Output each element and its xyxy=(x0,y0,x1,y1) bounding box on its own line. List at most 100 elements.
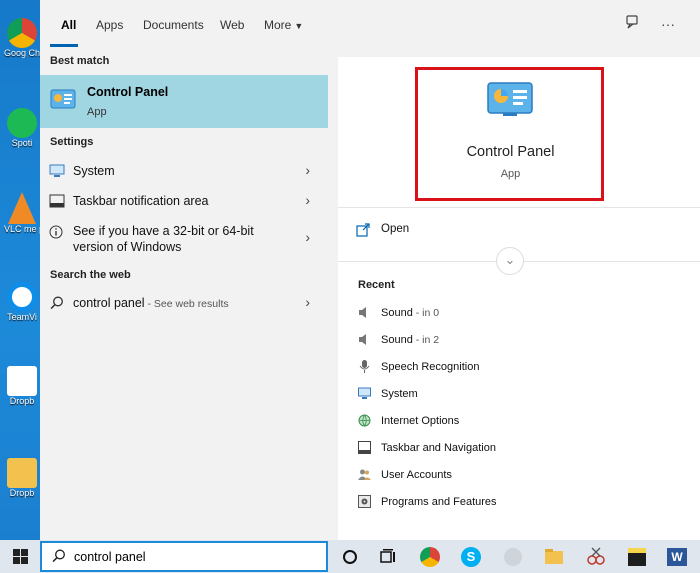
chrome-taskbar-icon[interactable] xyxy=(417,544,443,570)
chevron-right-icon: › xyxy=(305,229,310,245)
tab-web[interactable]: Web xyxy=(220,18,244,32)
desktop-icon-dropbox[interactable]: Dropb xyxy=(4,366,40,406)
recent-item-system[interactable]: System xyxy=(358,386,678,404)
recent-item-label: Taskbar and Navigation xyxy=(381,442,496,454)
recent-item-label: Sound xyxy=(381,307,413,319)
sticky-notes-icon[interactable] xyxy=(624,544,650,570)
taskbar-search-box[interactable] xyxy=(40,541,328,572)
start-button[interactable] xyxy=(0,540,40,573)
task-view-icon[interactable] xyxy=(375,544,401,570)
search-icon xyxy=(52,549,65,563)
settings-item-system[interactable]: System › xyxy=(40,158,328,184)
recent-item-programs-and-features[interactable]: Programs and Features xyxy=(358,494,678,512)
recent-item-user-accounts[interactable]: User Accounts xyxy=(358,467,678,485)
microphone-icon xyxy=(359,360,370,373)
skype-taskbar-icon[interactable]: S xyxy=(458,544,484,570)
tab-all[interactable]: All xyxy=(61,18,76,32)
folder-icon xyxy=(7,458,37,488)
best-match-result[interactable]: Control Panel App xyxy=(40,75,328,128)
word-icon[interactable]: W xyxy=(664,544,690,570)
settings-item-label: Taskbar notification area xyxy=(73,194,209,208)
recent-item-speech-recognition[interactable]: Speech Recognition xyxy=(358,359,678,377)
preview-pane: Control Panel App Open ⌄ Recent Sound - … xyxy=(338,57,700,540)
settings-item-label-line2: version of Windows xyxy=(73,240,182,254)
spotify-icon xyxy=(7,108,37,138)
settings-item-label: System xyxy=(73,164,115,178)
search-tabs: All Apps Documents Web More ▼ ··· xyxy=(40,0,700,48)
control-panel-icon xyxy=(487,82,533,116)
monitor-icon xyxy=(358,387,371,399)
tab-apps[interactable]: Apps xyxy=(96,18,123,32)
taskbar-icon xyxy=(49,194,65,208)
preview-app-title: Control Panel xyxy=(466,144,555,160)
desktop-icon-spotify[interactable]: Spoti xyxy=(4,108,40,148)
recent-item-label: Speech Recognition xyxy=(381,361,480,373)
taskbar-icon xyxy=(358,441,371,454)
chevron-down-icon: ⌄ xyxy=(504,252,516,267)
recent-item-label: Internet Options xyxy=(381,415,460,427)
settings-item-label-line1: See if you have a 32-bit or 64-bit xyxy=(73,224,254,238)
app-taskbar-icon[interactable] xyxy=(500,544,526,570)
recent-item-internet-options[interactable]: Internet Options xyxy=(358,413,678,431)
start-search-panel: All Apps Documents Web More ▼ ··· Best ma… xyxy=(40,0,700,540)
vlc-icon xyxy=(8,192,36,224)
desktop-icon-teamviewer[interactable]: TeamVi xyxy=(4,282,40,322)
desktop-icon-label: TeamVi xyxy=(7,312,37,322)
speaker-icon xyxy=(359,307,366,318)
recent-item-sound-2[interactable]: Sound - in 2 xyxy=(358,332,678,350)
best-match-subtitle: App xyxy=(87,106,107,118)
divider xyxy=(338,207,700,208)
feedback-icon[interactable] xyxy=(623,14,643,34)
best-match-title: Control Panel xyxy=(87,85,169,99)
programs-icon xyxy=(358,495,371,508)
chevron-right-icon: › xyxy=(305,192,310,208)
info-icon xyxy=(49,225,63,239)
search-the-web-header: Search the web xyxy=(50,269,131,281)
recent-item-label: User Accounts xyxy=(381,469,452,481)
tab-more[interactable]: More ▼ xyxy=(264,18,303,32)
recent-item-label: Programs and Features xyxy=(381,496,497,508)
cortana-icon[interactable] xyxy=(337,544,363,570)
desktop-icon-label: VLC me playe xyxy=(4,224,40,234)
desktop-icon-label: Dropb xyxy=(9,396,35,406)
open-icon xyxy=(356,223,370,237)
web-search-query: control panel xyxy=(73,296,145,310)
desktop-icon-dropbox-folder[interactable]: Dropb xyxy=(4,458,40,498)
desktop-icon-label: Goog Chron xyxy=(4,48,40,58)
settings-item-taskbar-notification-area[interactable]: Taskbar notification area › xyxy=(40,188,328,214)
expand-chevron-button[interactable]: ⌄ xyxy=(496,247,524,275)
recent-item-hint: - in 2 xyxy=(412,334,440,346)
recent-header: Recent xyxy=(358,279,395,291)
teamviewer-icon xyxy=(7,282,37,312)
recent-item-label: Sound xyxy=(381,334,413,346)
users-icon xyxy=(358,469,371,480)
web-search-text: control panel - See web results xyxy=(73,295,229,312)
recent-item-taskbar-and-navigation[interactable]: Taskbar and Navigation xyxy=(358,440,678,458)
chevron-right-icon: › xyxy=(305,294,310,310)
tab-documents[interactable]: Documents xyxy=(143,18,204,32)
desktop-icon-chrome[interactable]: Goog Chron xyxy=(4,18,40,58)
preview-app-subtitle: App xyxy=(500,168,521,180)
snipping-tool-icon[interactable] xyxy=(583,544,609,570)
globe-icon xyxy=(358,414,371,427)
open-label: Open xyxy=(381,223,410,235)
app-preview-header: Control Panel App xyxy=(338,57,700,207)
control-panel-icon xyxy=(50,89,76,109)
recent-item-sound-0[interactable]: Sound - in 0 xyxy=(358,305,678,323)
web-search-result[interactable]: control panel - See web results › xyxy=(40,290,328,316)
web-search-hint: - See web results xyxy=(144,298,229,310)
more-options-icon[interactable]: ··· xyxy=(658,14,678,34)
desktop-icon-vlc[interactable]: VLC me playe xyxy=(4,192,40,234)
file-explorer-icon[interactable] xyxy=(541,544,567,570)
desktop: Goog Chron Spoti VLC me playe TeamVi Dro… xyxy=(0,0,40,540)
monitor-icon xyxy=(49,164,65,177)
search-input[interactable] xyxy=(74,547,314,567)
desktop-icon-label: Dropb xyxy=(9,488,35,498)
best-match-header: Best match xyxy=(50,55,110,67)
settings-header: Settings xyxy=(50,136,94,148)
settings-item-32-or-64-bit[interactable]: See if you have a 32-bit or 64-bit versi… xyxy=(40,220,328,260)
active-tab-indicator xyxy=(50,44,78,47)
results-list: Best match Control Panel App Settings Sy… xyxy=(40,48,328,540)
search-icon xyxy=(50,296,63,310)
chevron-right-icon: › xyxy=(305,162,310,178)
